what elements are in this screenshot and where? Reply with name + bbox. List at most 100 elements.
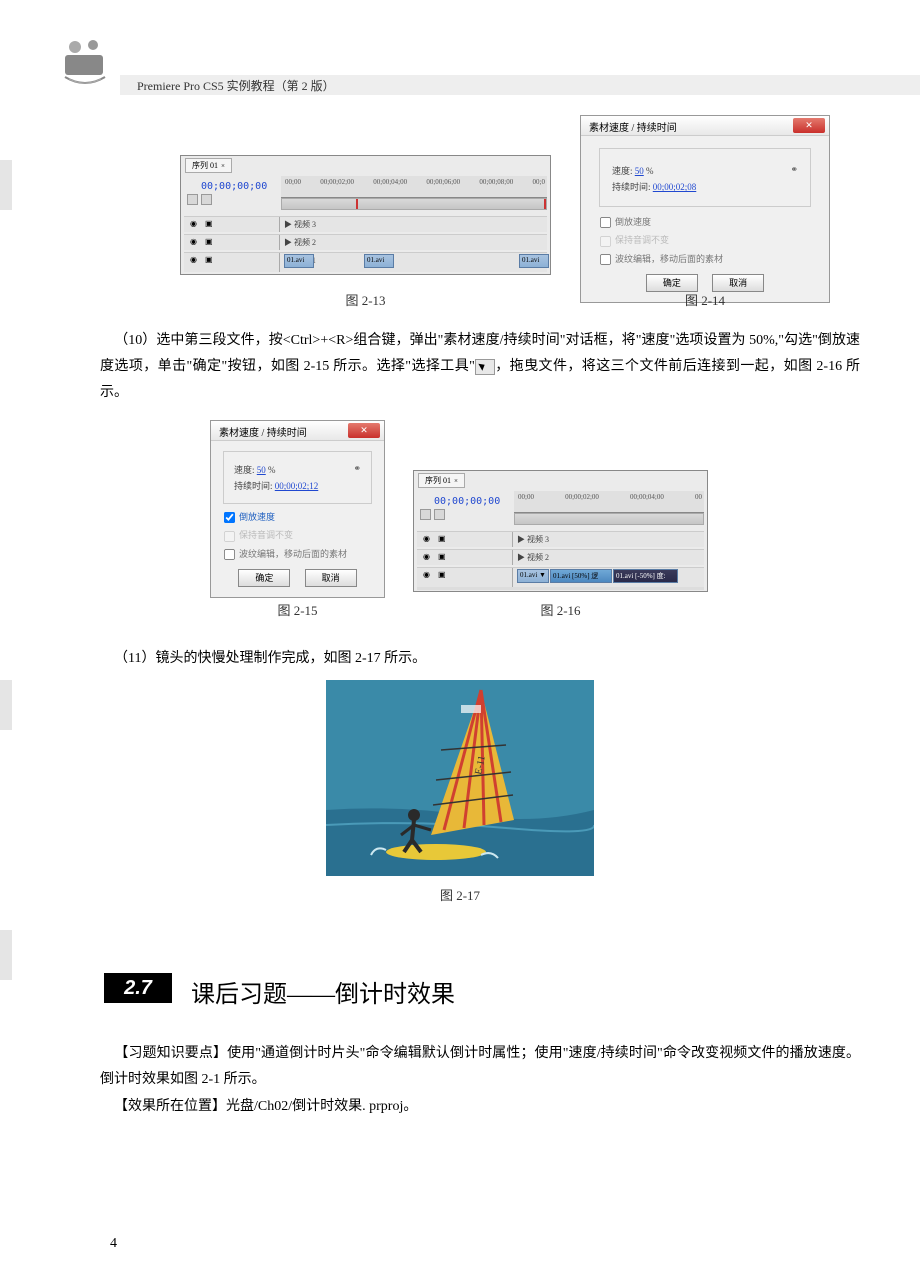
track-toggle-icons[interactable]: ◉ ▣ bbox=[423, 552, 449, 561]
duration-label: 持续时间: bbox=[234, 481, 273, 491]
link-icon[interactable]: ⚭ bbox=[790, 164, 798, 175]
clip[interactable]: 01.avi bbox=[284, 254, 314, 268]
dialog-title: 素材速度 / 持续时间 bbox=[219, 424, 307, 439]
ruler-mark: 00;00;04;00 bbox=[630, 493, 664, 501]
marker-button[interactable] bbox=[434, 509, 445, 520]
duration-label: 持续时间: bbox=[612, 182, 651, 192]
speed-unit: % bbox=[268, 465, 276, 475]
speed-value[interactable]: 50 bbox=[635, 166, 644, 176]
track-label: ▶ 视频 3 bbox=[517, 534, 549, 545]
video-track-2[interactable]: ◉ ▣ ▶ 视频 2 bbox=[417, 549, 704, 565]
page-number: 4 bbox=[110, 1236, 117, 1252]
reverse-checkbox[interactable]: 倒放速度 bbox=[599, 215, 811, 229]
timeline-panel: 序列 01× 00;00;00;00 00;00 00;00;02;00 00;… bbox=[413, 470, 708, 592]
link-icon[interactable]: ⚭ bbox=[353, 463, 361, 474]
ripple-checkbox[interactable]: 波纹编辑，移动后面的素材 bbox=[599, 252, 811, 266]
track-toggle-icons[interactable]: ◉ ▣ bbox=[423, 570, 449, 579]
ruler-mark: 00;00 bbox=[518, 493, 534, 501]
dialog-titlebar[interactable]: 素材速度 / 持续时间 ✕ bbox=[211, 421, 384, 441]
book-title: Premiere Pro CS5 实例教程（第 2 版） bbox=[137, 77, 335, 94]
ruler-mark: 00;00;02;00 bbox=[320, 178, 354, 186]
track-toggle-icons[interactable]: ◉ ▣ bbox=[190, 237, 216, 246]
ruler-mark: 00;00;08;00 bbox=[479, 178, 513, 186]
body-paragraph: （10）选中第三段文件，按<Ctrl>+<R>组合键，弹出"素材速度/持续时间"… bbox=[100, 328, 860, 406]
clip[interactable]: 01.avi ▼ bbox=[517, 569, 549, 583]
close-button[interactable]: ✕ bbox=[793, 118, 825, 133]
figure-caption: 图 2-17 bbox=[0, 885, 920, 904]
video-track-2[interactable]: ◉ ▣ ▶ 视频 2 bbox=[184, 234, 547, 250]
video-track-3[interactable]: ◉ ▣ ▶ 视频 3 bbox=[184, 216, 547, 232]
reverse-checkbox[interactable]: 倒放速度 bbox=[223, 510, 372, 524]
ok-button[interactable]: 确定 bbox=[238, 569, 290, 587]
body-paragraph: 【效果所在位置】光盘/Ch02/倒计时效果. prproj。 bbox=[100, 1094, 860, 1120]
separator bbox=[417, 587, 704, 590]
track-label: ▶ 视频 2 bbox=[284, 237, 316, 248]
ruler-mark: 00;00;06;00 bbox=[426, 178, 460, 186]
ruler-mark: 00;00 bbox=[285, 178, 301, 186]
page-tab bbox=[0, 930, 12, 980]
close-icon[interactable]: × bbox=[454, 477, 458, 485]
figure-caption: 图 2-16 bbox=[413, 600, 708, 619]
close-button[interactable]: ✕ bbox=[348, 423, 380, 438]
speed-label: 速度: bbox=[612, 166, 633, 176]
timeline-tool-buttons bbox=[187, 194, 212, 205]
ruler-mark: 00;0 bbox=[533, 178, 545, 186]
close-icon[interactable]: × bbox=[221, 162, 225, 170]
body-paragraph: （11）镜头的快慢处理制作完成，如图 2-17 所示。 bbox=[100, 646, 860, 672]
speed-unit: % bbox=[646, 166, 654, 176]
sequence-tab[interactable]: 序列 01× bbox=[418, 473, 465, 488]
track-label: ▶ 视频 3 bbox=[284, 219, 316, 230]
duration-value[interactable]: 00;00;02;08 bbox=[653, 182, 697, 192]
track-toggle-icons[interactable]: ◉ ▣ bbox=[423, 534, 449, 543]
work-area-bar[interactable] bbox=[281, 198, 547, 210]
pitch-checkbox: 保持音调不变 bbox=[223, 528, 372, 542]
end-marker[interactable] bbox=[544, 199, 546, 209]
snap-button[interactable] bbox=[187, 194, 198, 205]
clip[interactable]: 01.avi [-50%] 度: bbox=[613, 569, 678, 583]
snap-button[interactable] bbox=[420, 509, 431, 520]
page-tab bbox=[0, 160, 12, 210]
marker bbox=[356, 199, 358, 209]
clip[interactable]: 01.avi bbox=[364, 254, 394, 268]
selection-tool-icon bbox=[475, 359, 495, 375]
timecode-display[interactable]: 00;00;00;00 bbox=[201, 181, 267, 192]
section-number-block: 2.7 bbox=[104, 973, 172, 1003]
dialog-title: 素材速度 / 持续时间 bbox=[589, 119, 677, 134]
cancel-button[interactable]: 取消 bbox=[305, 569, 357, 587]
timecode-display[interactable]: 00;00;00;00 bbox=[434, 496, 500, 507]
video-track-3[interactable]: ◉ ▣ ▶ 视频 3 bbox=[417, 531, 704, 547]
clip[interactable]: 01.avi bbox=[519, 254, 549, 268]
sequence-tab-label: 序列 01 bbox=[425, 476, 451, 485]
ruler-mark: 00 bbox=[695, 493, 702, 501]
marker-button[interactable] bbox=[201, 194, 212, 205]
ruler-mark: 00;00;04;00 bbox=[373, 178, 407, 186]
time-ruler[interactable]: 00;00 00;00;02;00 00;00;04;00 00 bbox=[514, 491, 704, 513]
track-label: ▶ 视频 2 bbox=[517, 552, 549, 563]
work-area-bar[interactable] bbox=[514, 513, 704, 525]
clip[interactable]: 01.avi [50%] 逻 bbox=[550, 569, 612, 583]
dialog-titlebar[interactable]: 素材速度 / 持续时间 ✕ bbox=[581, 116, 829, 136]
time-ruler[interactable]: 00;00 00;00;02;00 00;00;04;00 00;00;06;0… bbox=[281, 176, 547, 198]
track-toggle-icons[interactable]: ◉ ▣ bbox=[190, 219, 216, 228]
video-track-1[interactable]: ◉ ▣ ▼ 视频 1 01.avi 01.avi 01.avi bbox=[184, 252, 547, 272]
track-toggle-icons[interactable]: ◉ ▣ bbox=[190, 255, 216, 264]
book-ornament-icon bbox=[55, 35, 115, 90]
timeline-tool-buttons bbox=[420, 509, 445, 520]
figure-caption: 图 2-13 bbox=[180, 290, 551, 309]
ruler-mark: 00;00;02;00 bbox=[565, 493, 599, 501]
ripple-checkbox[interactable]: 波纹编辑，移动后面的素材 bbox=[223, 547, 372, 561]
speed-duration-dialog: 素材速度 / 持续时间 ✕ 速度: 50 % ⚭ 持续时间: 00;00;02;… bbox=[210, 420, 385, 598]
section-title: 课后习题——倒计时效果 bbox=[191, 974, 455, 1009]
video-track-1[interactable]: ◉ ▣ ▼ 视频 1 01.avi ▼ 01.avi [50%] 逻 01.av… bbox=[417, 567, 704, 587]
speed-value[interactable]: 50 bbox=[257, 465, 266, 475]
speed-duration-dialog: 素材速度 / 持续时间 ✕ 速度: 50 % ⚭ 持续时间: 00;00;02;… bbox=[580, 115, 830, 303]
sequence-tab[interactable]: 序列 01× bbox=[185, 158, 232, 173]
timeline-panel: 序列 01× 00;00;00;00 00;00 00;00;02;00 00;… bbox=[180, 155, 551, 275]
figure-caption: 图 2-14 bbox=[580, 290, 830, 309]
sequence-tab-label: 序列 01 bbox=[192, 161, 218, 170]
figure-image: E-11 bbox=[326, 680, 594, 876]
duration-value[interactable]: 00;00;02;12 bbox=[275, 481, 319, 491]
page-tab bbox=[0, 680, 12, 730]
pitch-checkbox: 保持音调不变 bbox=[599, 233, 811, 247]
figure-caption: 图 2-15 bbox=[210, 600, 385, 619]
